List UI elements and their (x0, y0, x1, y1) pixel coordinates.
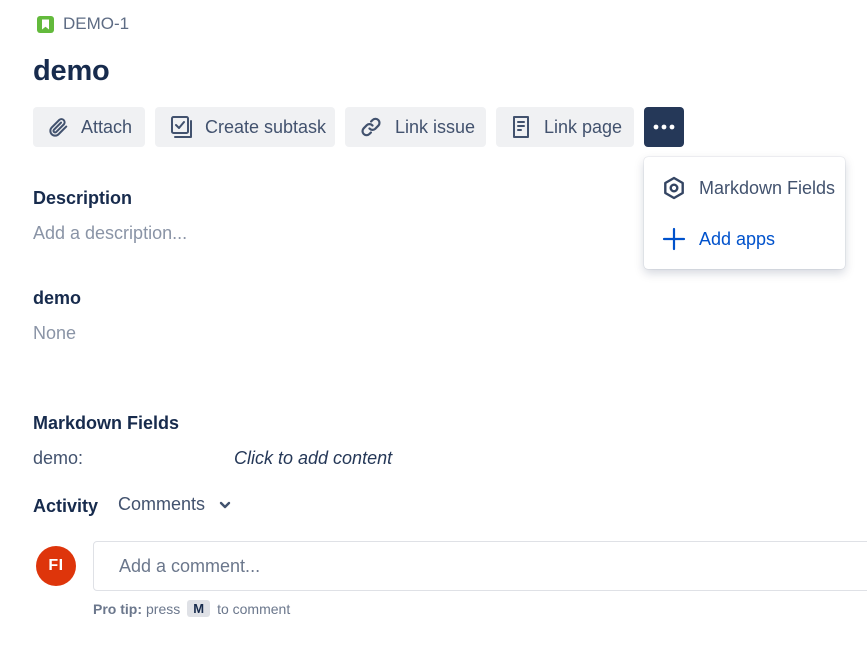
demo-field-label: demo (33, 288, 82, 308)
breadcrumb[interactable]: DEMO-1 (37, 14, 129, 34)
more-icon (653, 124, 675, 130)
issue-view: DEMO-1 demo Attach Create subtask Link i… (0, 0, 867, 648)
demo-field-value[interactable]: None (33, 323, 76, 344)
paperclip-icon (49, 118, 68, 137)
story-icon (37, 15, 54, 33)
issue-key[interactable]: DEMO-1 (63, 14, 129, 34)
menu-item-label: Markdown Fields (699, 177, 836, 198)
activity-label: Activity (33, 496, 99, 516)
menu-item-markdown-fields[interactable]: Markdown Fields (644, 165, 845, 211)
description-label: Description (33, 188, 133, 208)
subtask-icon (171, 116, 192, 138)
link-issue-button[interactable]: Link issue (345, 107, 486, 147)
page-title[interactable]: demo (33, 55, 110, 88)
markdown-field-key: demo: (33, 448, 84, 468)
keyboard-shortcut-key: M (187, 600, 211, 617)
page-icon (513, 116, 529, 138)
link-icon (361, 117, 381, 137)
markdown-fields-label: Markdown Fields (33, 413, 180, 433)
protip-suffix: to comment (217, 600, 291, 617)
comment-input[interactable]: Add a comment... (93, 541, 867, 591)
menu-item-add-apps[interactable]: Add apps (644, 216, 845, 262)
avatar[interactable]: FI (36, 546, 76, 586)
description-field[interactable]: Add a description... (33, 223, 187, 244)
create-subtask-label: Create subtask (205, 116, 327, 137)
protip-press: press (146, 600, 181, 617)
protip-prefix: Pro tip: (93, 600, 142, 617)
link-issue-label: Link issue (395, 116, 476, 137)
create-subtask-button[interactable]: Create subtask (155, 107, 335, 147)
activity-filter-value: Comments (118, 494, 206, 514)
more-actions-button[interactable] (644, 107, 684, 147)
pro-tip: Pro tip: press M to comment (93, 600, 290, 617)
chevron-down-icon (219, 501, 231, 508)
link-page-label: Link page (544, 116, 623, 137)
markdown-field-value[interactable]: Click to add content (234, 448, 392, 469)
activity-filter-dropdown[interactable]: Comments (118, 494, 231, 515)
more-actions-menu: Markdown Fields Add apps (644, 157, 845, 269)
plus-icon (662, 227, 686, 251)
hexagon-icon (664, 176, 684, 200)
attach-label: Attach (81, 116, 133, 137)
comment-placeholder: Add a comment... (119, 555, 261, 576)
link-page-button[interactable]: Link page (496, 107, 634, 147)
menu-item-label: Add apps (699, 228, 776, 249)
attach-button[interactable]: Attach (33, 107, 145, 147)
